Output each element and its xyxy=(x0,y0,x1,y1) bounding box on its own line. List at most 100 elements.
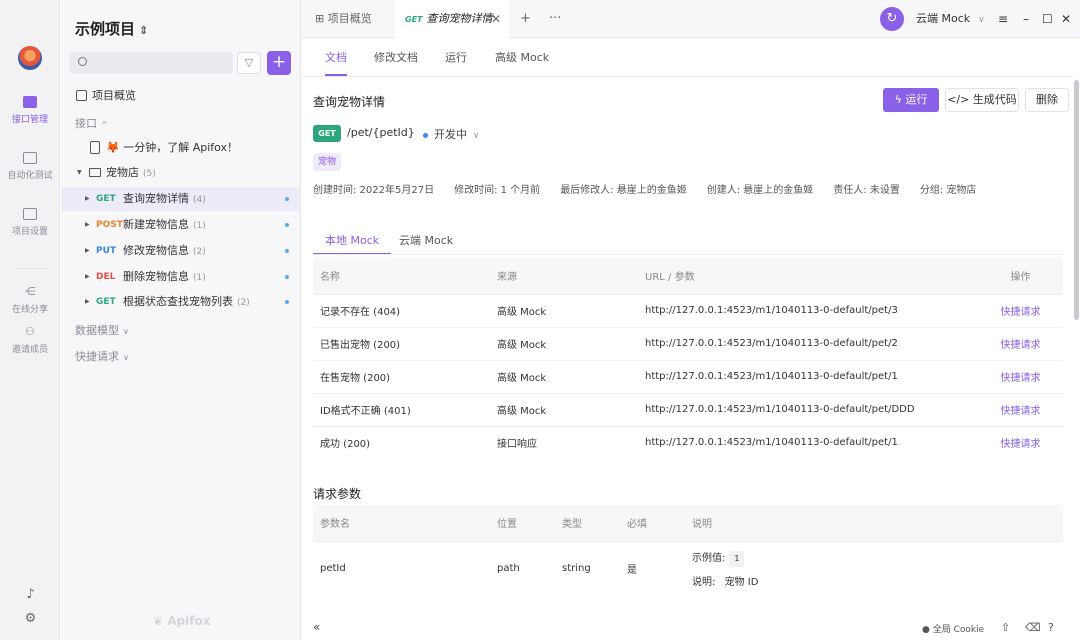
close-icon[interactable]: ✕ xyxy=(491,0,501,38)
app-rail: 接口管理 自动化测试 项目设置 ⋲ 在线分享 ⚇ 邀请成员 ♪ ⚙ xyxy=(0,0,60,640)
menu-button[interactable]: ≡ xyxy=(998,0,1008,38)
meta-created: 创建时间: 2022年5月27日 xyxy=(313,185,435,196)
tab-advanced-mock[interactable]: 高级 Mock xyxy=(495,44,549,76)
tab-run[interactable]: 运行 xyxy=(445,44,467,76)
sync-button[interactable]: ↻ xyxy=(880,7,904,31)
tab-edit-docs[interactable]: 修改文档 xyxy=(374,44,418,76)
quick-request-link[interactable]: 快捷请求 xyxy=(978,293,1063,327)
chevron-down-icon: ∨ xyxy=(978,15,985,25)
delete-button[interactable]: 删除 xyxy=(1025,88,1069,112)
endpoint-tag: 宠物 xyxy=(313,153,342,171)
tab-local-mock[interactable]: 本地 Mock xyxy=(313,233,392,255)
bell-icon[interactable]: ♪ xyxy=(24,588,37,601)
endpoint-name: 查询宠物详情 xyxy=(123,192,189,205)
table-row: petId path string 是 示例值: 1 说明: 宠物 ID xyxy=(313,540,1063,595)
method-badge: POST xyxy=(96,220,123,230)
caret-right-icon: ▶ xyxy=(85,195,90,202)
new-tab-button[interactable]: + xyxy=(520,0,531,38)
status-select[interactable]: 开发中 ∨ xyxy=(423,126,480,142)
refresh-icon: ↻ xyxy=(886,11,898,26)
tab-project-overview[interactable]: ⊞ 项目概览 xyxy=(301,0,393,38)
quick-request-link[interactable]: 快捷请求 xyxy=(978,392,1063,426)
rail-label: 在线分享 xyxy=(11,305,48,315)
rail-invite-members[interactable]: ⚇ 邀请成员 xyxy=(0,326,60,356)
sidebar-section-quick-requests[interactable]: 快捷请求 ∨ xyxy=(75,348,129,364)
description-label: 说明: xyxy=(692,576,716,588)
folder-label: 宠物店 xyxy=(106,166,139,179)
status-dot xyxy=(285,223,289,227)
run-button[interactable]: ϟ 运行 xyxy=(883,88,939,112)
overview-grid-icon: ⊞ xyxy=(315,12,328,25)
filter-button[interactable]: ▽ xyxy=(237,52,261,74)
example-value: 1 xyxy=(729,550,745,567)
sidebar-folder-petstore[interactable]: ▼ 宠物店 (5) xyxy=(61,161,301,185)
rail-automated-testing[interactable]: 自动化测试 xyxy=(0,152,60,181)
endpoint-metadata: 创建时间: 2022年5月27日 修改时间: 1 个月前 最后修改人: 悬崖上的金鱼… xyxy=(313,181,996,196)
rail-api-management[interactable]: 接口管理 xyxy=(0,96,60,125)
column-header: 名称 xyxy=(313,258,490,294)
button-label: 删除 xyxy=(1036,93,1058,106)
quick-request-link[interactable]: 快捷请求 xyxy=(978,425,1063,459)
sidebar-endpoint-row[interactable]: ▶ GET 查询宠物详情 (4) xyxy=(61,187,301,211)
column-header: 参数名 xyxy=(313,505,490,541)
tab-cloud-mock[interactable]: 云端 Mock xyxy=(399,233,453,255)
user-avatar[interactable] xyxy=(18,46,42,70)
trash-icon[interactable]: ⌫ xyxy=(1025,621,1041,634)
search-input[interactable] xyxy=(69,52,233,74)
project-switcher[interactable]: 示例项目 ⇕ xyxy=(75,18,148,39)
generate-code-button[interactable]: </> 生成代码 xyxy=(945,88,1019,112)
table-row: ID格式不正确 (401) 高级 Mock http://127.0.0.1:4… xyxy=(313,392,1063,426)
cookie-label: 全局 Cookie xyxy=(932,625,985,635)
sidebar-section-api[interactable]: 接口 ^ xyxy=(75,115,108,131)
endpoint-name: 根据状态查找宠物列表 xyxy=(123,295,233,308)
method-badge: GET xyxy=(313,125,341,142)
sidebar-item-intro[interactable]: 🦊 一分钟，了解 Apifox！ xyxy=(61,136,301,160)
rail-online-share[interactable]: ⋲ 在线分享 xyxy=(0,286,60,316)
rail-project-settings[interactable]: 项目设置 xyxy=(0,208,60,237)
tab-label: 文档 xyxy=(325,51,347,64)
minimize-button[interactable]: – xyxy=(1023,0,1029,38)
lightning-icon: ϟ xyxy=(894,93,906,106)
scrollbar[interactable] xyxy=(1074,80,1079,320)
project-sidebar: 示例项目 ⇕ ▽ + 项目概览 接口 ^ 🦊 一分钟，了解 Apifox！ ▼ 宠物… xyxy=(61,0,301,640)
settings-icon xyxy=(23,208,37,220)
help-icon[interactable]: ? xyxy=(1048,621,1054,634)
param-required: 是 xyxy=(620,540,685,595)
sidebar-endpoint-row[interactable]: ▶ POST 新建宠物信息 (1) xyxy=(61,213,301,237)
gear-icon[interactable]: ⚙ xyxy=(24,612,37,625)
collapse-sidebar-button[interactable]: « xyxy=(313,620,320,634)
mock-source: 高级 Mock xyxy=(490,326,638,360)
more-tabs-button[interactable]: ··· xyxy=(549,0,561,38)
meta-owner: 责任人: 未设置 xyxy=(833,185,900,196)
tab-docs[interactable]: 文档 xyxy=(325,44,347,76)
global-cookie-button[interactable]: ● 全局 Cookie xyxy=(922,622,984,635)
filter-icon: ▽ xyxy=(244,56,254,69)
window-close-button[interactable]: ✕ xyxy=(1061,0,1071,38)
button-label: 生成代码 xyxy=(972,93,1017,106)
method-badge: GET xyxy=(96,194,116,204)
endpoint-count: (2) xyxy=(237,298,250,308)
chevron-down-icon: ∨ xyxy=(123,327,129,336)
add-button[interactable]: + xyxy=(267,51,291,75)
upload-icon[interactable]: ⇧ xyxy=(1001,621,1010,634)
quick-request-link[interactable]: 快捷请求 xyxy=(978,326,1063,360)
sidebar-item-overview[interactable]: 项目概览 xyxy=(61,84,301,108)
tab-bar: ⊞ 项目概览 GET 查询宠物详情 ✕ + ··· ↻ 云端 Mock ∨ ≡ – … xyxy=(301,0,1080,39)
sidebar-endpoint-row[interactable]: ▶ DEL 删除宠物信息 (1) xyxy=(61,265,301,289)
rail-label: 邀请成员 xyxy=(11,345,48,355)
sidebar-endpoint-row[interactable]: ▶ GET 根据状态查找宠物列表 (2) xyxy=(61,290,301,314)
cookie-icon: ● xyxy=(922,625,933,635)
sidebar-section-data-models[interactable]: 数据模型 ∨ xyxy=(75,322,129,338)
section-label: 数据模型 xyxy=(75,324,119,337)
table-row: 成功 (200) 接口响应 http://127.0.0.1:4523/m1/1… xyxy=(313,425,1063,459)
tab-label: 项目概览 xyxy=(327,12,372,25)
quick-request-link[interactable]: 快捷请求 xyxy=(978,359,1063,393)
mock-name: ID格式不正确 (401) xyxy=(313,392,490,426)
search-icon xyxy=(78,57,87,66)
tab-active-endpoint[interactable]: GET 查询宠物详情 ✕ xyxy=(395,0,509,39)
sidebar-endpoint-row[interactable]: ▶ PUT 修改宠物信息 (2) xyxy=(61,239,301,263)
endpoint-count: (2) xyxy=(193,247,206,257)
environment-select[interactable]: 云端 Mock ∨ xyxy=(916,0,985,38)
page-title: 查询宠物详情 xyxy=(313,95,386,109)
maximize-button[interactable]: ☐ xyxy=(1042,0,1053,38)
